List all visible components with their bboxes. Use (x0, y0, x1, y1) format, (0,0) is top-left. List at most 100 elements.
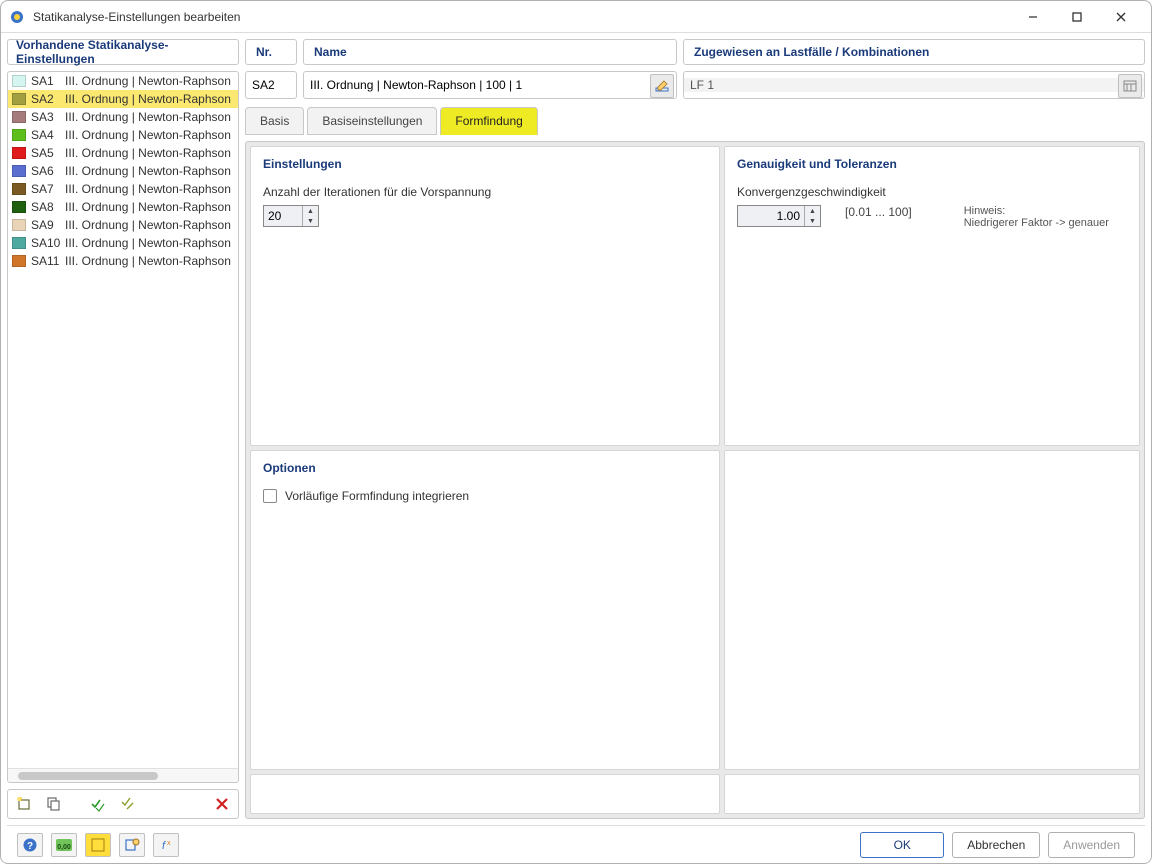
dialog-window: Statikanalyse-Einstellungen bearbeiten V… (0, 0, 1152, 864)
name-input[interactable] (304, 78, 676, 92)
prelim-checkbox-row[interactable]: Vorläufige Formfindung integrieren (263, 489, 707, 503)
list-item-code: SA5 (31, 146, 65, 160)
cancel-button[interactable]: Abbrechen (952, 832, 1040, 858)
color-swatch (12, 129, 26, 141)
list-item-desc: III. Ordnung | Newton-Raphson | (65, 236, 234, 250)
options-section: Optionen Vorläufige Formfindung integrie… (250, 450, 720, 770)
tab-formfindung[interactable]: Formfindung (440, 107, 537, 135)
nr-input[interactable] (246, 78, 296, 92)
empty-card-right (724, 450, 1140, 770)
list-item-desc: III. Ordnung | Newton-Raphson | (65, 146, 234, 160)
note-head: Hinweis: (964, 205, 1109, 217)
iterations-stepper[interactable]: ▲ ▼ (263, 205, 319, 227)
assign-field[interactable] (683, 71, 1145, 99)
speed-up-icon[interactable]: ▲ (805, 206, 820, 216)
list-item[interactable]: SA4III. Ordnung | Newton-Raphson | (8, 126, 238, 144)
svg-text:f: f (162, 840, 166, 852)
minimize-button[interactable] (1011, 3, 1055, 31)
settings-list: SA1III. Ordnung | Newton-Raphson |SA2III… (7, 71, 239, 783)
edit-name-icon[interactable] (650, 74, 674, 98)
horizontal-scrollbar[interactable] (8, 768, 238, 782)
list-item-desc: III. Ordnung | Newton-Raphson | (65, 74, 234, 88)
color-swatch (12, 219, 26, 231)
settings-list-scroll[interactable]: SA1III. Ordnung | Newton-Raphson |SA2III… (8, 72, 238, 768)
list-item[interactable]: SA1III. Ordnung | Newton-Raphson | (8, 72, 238, 90)
assign-input[interactable] (684, 78, 1144, 92)
options-section-title: Optionen (263, 461, 707, 475)
color-swatch (12, 147, 26, 159)
delete-button[interactable] (210, 793, 234, 815)
nr-label: Nr. (245, 39, 297, 65)
color-swatch (12, 111, 26, 123)
window-title: Statikanalyse-Einstellungen bearbeiten (33, 10, 1011, 24)
list-item-code: SA2 (31, 92, 65, 106)
list-item-code: SA9 (31, 218, 65, 232)
list-item-desc: III. Ordnung | Newton-Raphson | (65, 110, 234, 124)
list-item[interactable]: SA2III. Ordnung | Newton-Raphson | (8, 90, 238, 108)
precision-section: Genauigkeit und Toleranzen Konvergenzges… (724, 146, 1140, 446)
help-button[interactable]: ? (17, 833, 43, 857)
sidebar-toolbar (7, 789, 239, 819)
speed-input[interactable] (738, 206, 804, 226)
tab-content: Einstellungen Anzahl der Iterationen für… (245, 141, 1145, 819)
list-item-desc: III. Ordnung | Newton-Raphson | (65, 200, 234, 214)
list-item-code: SA10 (31, 236, 65, 250)
list-item-code: SA3 (31, 110, 65, 124)
speed-range-hint: [0.01 ... 100] (845, 205, 912, 219)
copy-button[interactable] (42, 793, 66, 815)
list-item-desc: III. Ordnung | Newton-Raphson | (65, 218, 234, 232)
list-item[interactable]: SA9III. Ordnung | Newton-Raphson | (8, 216, 238, 234)
nr-field[interactable] (245, 71, 297, 99)
list-item-code: SA7 (31, 182, 65, 196)
tab-basiseinstellungen[interactable]: Basiseinstellungen (307, 107, 437, 135)
tab-basis[interactable]: Basis (245, 107, 304, 135)
color-swatch (12, 75, 26, 87)
preview-button[interactable] (119, 833, 145, 857)
list-item-desc: III. Ordnung | Newton-Raphson | (65, 254, 234, 268)
color-swatch (12, 165, 26, 177)
list-item[interactable]: SA11III. Ordnung | Newton-Raphson | (8, 252, 238, 270)
uncheck-all-button[interactable] (116, 793, 140, 815)
tabs: Basis Basiseinstellungen Formfindung (245, 105, 1145, 135)
speed-down-icon[interactable]: ▼ (805, 216, 820, 226)
list-item-code: SA4 (31, 128, 65, 142)
list-item[interactable]: SA10III. Ordnung | Newton-Raphson | (8, 234, 238, 252)
color-swatch (12, 237, 26, 249)
color-swatch (12, 201, 26, 213)
list-item-code: SA11 (31, 254, 65, 268)
name-field[interactable] (303, 71, 677, 99)
speed-stepper[interactable]: ▲ ▼ (737, 205, 821, 227)
iterations-up-icon[interactable]: ▲ (303, 206, 318, 216)
list-item[interactable]: SA3III. Ordnung | Newton-Raphson | (8, 108, 238, 126)
content-area: Nr. Name Zugewiesen an Lastfälle / Kombi… (245, 39, 1145, 819)
iterations-down-icon[interactable]: ▼ (303, 216, 318, 226)
list-item[interactable]: SA7III. Ordnung | Newton-Raphson | (8, 180, 238, 198)
settings-section-title: Einstellungen (263, 157, 707, 171)
assign-picker-icon[interactable] (1118, 74, 1142, 98)
precision-section-title: Genauigkeit und Toleranzen (737, 157, 1127, 171)
formula-button[interactable]: fx (153, 833, 179, 857)
name-label: Name (303, 39, 677, 65)
list-item-code: SA8 (31, 200, 65, 214)
prelim-checkbox[interactable] (263, 489, 277, 503)
list-item-desc: III. Ordnung | Newton-Raphson | (65, 128, 234, 142)
color-swatch (12, 255, 26, 267)
iterations-input[interactable] (264, 206, 302, 226)
svg-text:?: ? (27, 841, 33, 852)
maximize-button[interactable] (1055, 3, 1099, 31)
new-button[interactable] (12, 793, 36, 815)
close-button[interactable] (1099, 3, 1143, 31)
check-all-button[interactable] (86, 793, 110, 815)
note-body: Niedrigerer Faktor -> genauer (964, 217, 1109, 229)
settings-section: Einstellungen Anzahl der Iterationen für… (250, 146, 720, 446)
list-item[interactable]: SA6III. Ordnung | Newton-Raphson | (8, 162, 238, 180)
sidebar: Vorhandene Statikanalyse-Einstellungen S… (7, 39, 239, 819)
color-button[interactable] (85, 833, 111, 857)
units-button[interactable]: 0,00 (51, 833, 77, 857)
apply-button[interactable]: Anwenden (1048, 832, 1135, 858)
list-item[interactable]: SA5III. Ordnung | Newton-Raphson | (8, 144, 238, 162)
titlebar: Statikanalyse-Einstellungen bearbeiten (1, 1, 1151, 33)
list-item-desc: III. Ordnung | Newton-Raphson | (65, 92, 234, 106)
list-item[interactable]: SA8III. Ordnung | Newton-Raphson | (8, 198, 238, 216)
ok-button[interactable]: OK (860, 832, 944, 858)
